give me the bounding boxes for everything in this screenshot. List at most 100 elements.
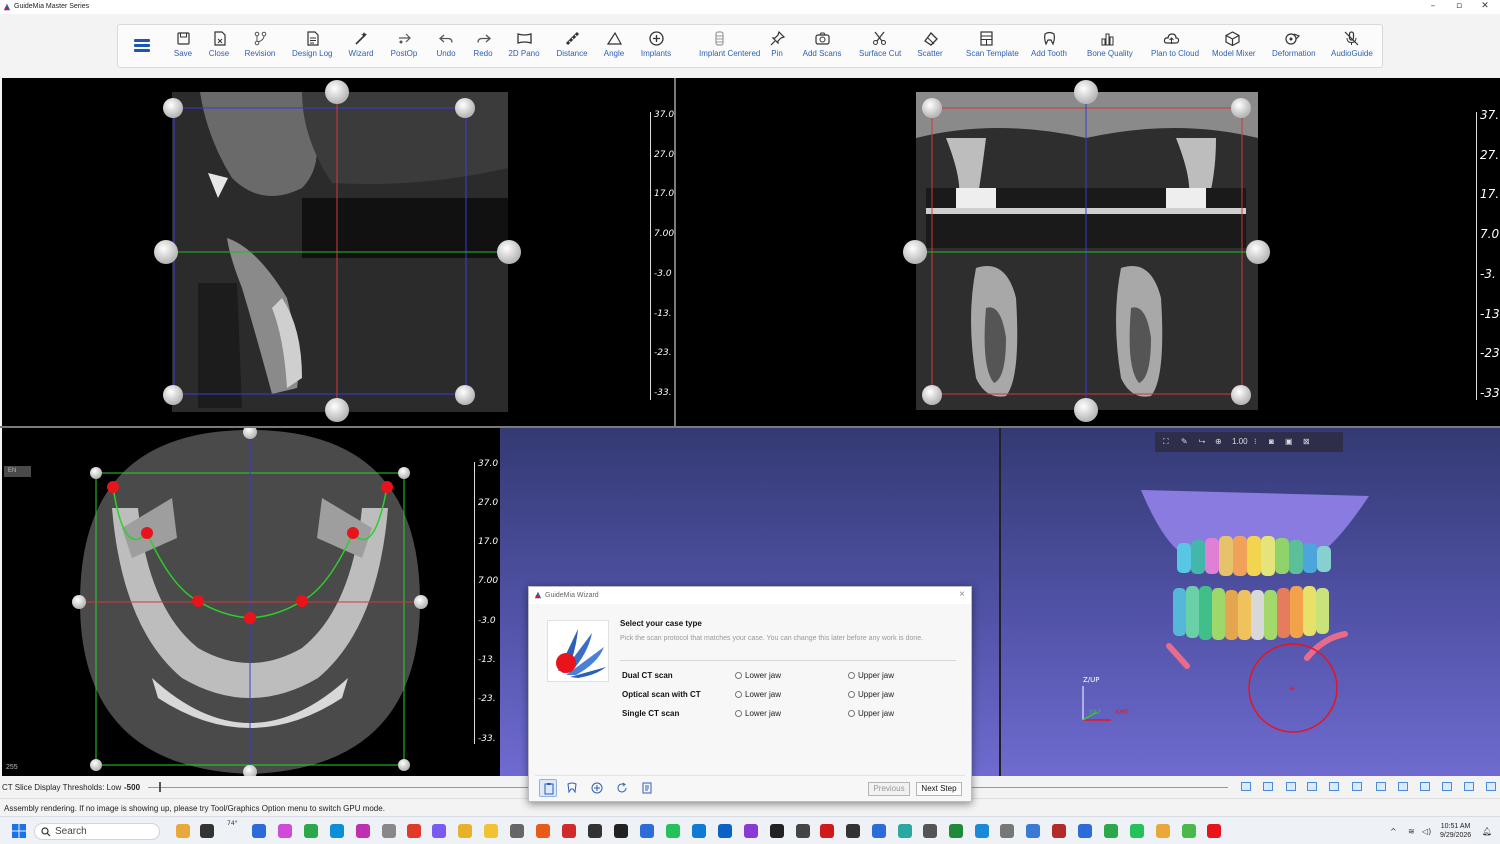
- file-explorer-dark-icon[interactable]: [200, 824, 214, 838]
- mail-icon[interactable]: [510, 824, 524, 838]
- model-3d-viewport[interactable]: + Z/UP X/RT Y/LF: [1001, 428, 1500, 776]
- app-icon[interactable]: [1052, 824, 1066, 838]
- outlook-icon[interactable]: [718, 824, 732, 838]
- toolbar-button-surface-cut[interactable]: Surface Cut: [859, 29, 901, 65]
- layout-toggle-icon[interactable]: [1286, 782, 1296, 791]
- app-icon[interactable]: [562, 824, 576, 838]
- layout-toggle-icon[interactable]: [1241, 782, 1251, 791]
- puzzle-icon[interactable]: [278, 824, 292, 838]
- app-icon[interactable]: [1130, 824, 1144, 838]
- app-icon[interactable]: [588, 824, 602, 838]
- system-clock[interactable]: 10:51 AM 9/29/2026: [1440, 822, 1471, 840]
- toolbar-button-postop[interactable]: PostOp: [384, 29, 424, 65]
- app-icon[interactable]: [1000, 824, 1014, 838]
- word-icon[interactable]: [872, 824, 886, 838]
- wizard-step-document-icon[interactable]: [638, 779, 656, 797]
- wizard-step-refresh-icon[interactable]: [613, 779, 631, 797]
- excel-icon[interactable]: [949, 824, 963, 838]
- layout-toggle-icon[interactable]: [1329, 782, 1339, 791]
- app-icon[interactable]: [1078, 824, 1092, 838]
- toolbar-button-design-log[interactable]: Design Log: [292, 29, 332, 65]
- app-icon[interactable]: [796, 824, 810, 838]
- coronal-viewport[interactable]: 37. 27. 17. 7.0 -3. -13 -23 -33: [676, 78, 1500, 426]
- sync-icon[interactable]: [304, 824, 318, 838]
- toolbar-button-add-scans[interactable]: Add Scans: [802, 29, 842, 65]
- office-icon[interactable]: [407, 824, 421, 838]
- toolbar-button-revision[interactable]: Revision: [240, 29, 280, 65]
- app-icon[interactable]: [356, 824, 370, 838]
- zoom-spinner-icon[interactable]: ⁝: [1254, 437, 1257, 446]
- axis-icon[interactable]: ⮡: [1199, 437, 1205, 447]
- chrome-icon[interactable]: [1182, 824, 1196, 838]
- layout-toggle-icon[interactable]: [1486, 782, 1496, 791]
- powershell-icon[interactable]: [640, 824, 654, 838]
- layout-toggle-icon[interactable]: [1464, 782, 1474, 791]
- app-icon[interactable]: [898, 824, 912, 838]
- teams-icon[interactable]: [432, 824, 446, 838]
- toolbar-button-scan-template[interactable]: Scan Template: [966, 29, 1019, 65]
- chrome-icon[interactable]: [1156, 824, 1170, 838]
- toolbar-button-close[interactable]: Close: [199, 29, 239, 65]
- store-icon[interactable]: [252, 824, 266, 838]
- toolbar-button-wizard[interactable]: Wizard: [341, 29, 381, 65]
- wizard-step-clipboard-icon[interactable]: [539, 779, 557, 797]
- terminal-icon[interactable]: [846, 824, 860, 838]
- wizard-step-add-icon[interactable]: [588, 779, 606, 797]
- notification-bell-icon[interactable]: 🔔︎: [1482, 827, 1492, 836]
- edge-icon[interactable]: [330, 824, 344, 838]
- toolbar-button-implant-centered[interactable]: Implant Centered: [699, 29, 760, 65]
- app-icon[interactable]: [536, 824, 550, 838]
- taskbar-search[interactable]: Search: [34, 823, 160, 840]
- whatsapp-icon[interactable]: [666, 824, 680, 838]
- layout-toggle-icon[interactable]: [1352, 782, 1362, 791]
- dialog-close-button[interactable]: ×: [959, 589, 965, 600]
- toolbar-button-distance[interactable]: Distance: [552, 29, 592, 65]
- notepad-icon[interactable]: [382, 824, 396, 838]
- minimize-button[interactable]: –: [1420, 0, 1446, 14]
- close-window-button[interactable]: ✕: [1472, 0, 1498, 14]
- toolbar-button-audioguide[interactable]: AudioGuide: [1331, 29, 1373, 65]
- maximize-button[interactable]: ▫: [1446, 0, 1472, 14]
- toolbar-button-bone-quality[interactable]: Bone Quality: [1087, 29, 1133, 65]
- volume-icon[interactable]: ◁): [1422, 827, 1431, 836]
- acrobat-icon[interactable]: [820, 824, 834, 838]
- toolbar-button-plan-to-cloud[interactable]: Plan to Cloud: [1151, 29, 1199, 65]
- toolbar-button-save[interactable]: Save: [163, 29, 203, 65]
- guidemia-taskbar-icon[interactable]: [1207, 824, 1221, 838]
- toolbar-button-model-mixer[interactable]: Model Mixer: [1212, 29, 1256, 65]
- edit-icon[interactable]: ✎: [1181, 437, 1188, 446]
- toolbar-button-scatter[interactable]: Scatter: [910, 29, 950, 65]
- layout-toggle-icon[interactable]: [1420, 782, 1430, 791]
- folder-icon[interactable]: [484, 824, 498, 838]
- previous-button[interactable]: Previous: [868, 782, 910, 796]
- app-icon[interactable]: [1026, 824, 1040, 838]
- layout-toggle-icon[interactable]: [1376, 782, 1386, 791]
- fit-view-icon[interactable]: ⛶: [1163, 437, 1169, 447]
- toolbar-button-implants[interactable]: Implants: [636, 29, 676, 65]
- app-icon[interactable]: [975, 824, 989, 838]
- layout-toggle-icon[interactable]: [1442, 782, 1452, 791]
- toolbar-button-redo[interactable]: Redo: [463, 29, 503, 65]
- toolbar-button-2d-pano[interactable]: 2D Pano: [504, 29, 544, 65]
- toolbar-button-pin[interactable]: Pin: [757, 29, 797, 65]
- camera-icon[interactable]: ◙: [1269, 437, 1274, 446]
- toolbar-button-deformation[interactable]: Deformation: [1272, 29, 1316, 65]
- windows-start-icon[interactable]: [12, 824, 26, 838]
- target-icon[interactable]: ⊕: [1215, 437, 1222, 446]
- chrome-icon[interactable]: [458, 824, 472, 838]
- wifi-icon[interactable]: ≋: [1408, 827, 1415, 836]
- app-icon[interactable]: [1104, 824, 1118, 838]
- tray-chevron-icon[interactable]: ^: [1390, 827, 1397, 836]
- toolbar-button-angle[interactable]: Angle: [594, 29, 634, 65]
- vscode-icon[interactable]: [692, 824, 706, 838]
- wizard-step-tooth-icon[interactable]: [563, 779, 581, 797]
- layout-toggle-icon[interactable]: [1307, 782, 1317, 791]
- visual-studio-icon[interactable]: [744, 824, 758, 838]
- sagittal-viewport[interactable]: 37.0 27.0 17.0 7.00 -3.0 -13. -23. -33.: [2, 78, 674, 426]
- menu-icon[interactable]: [134, 39, 150, 53]
- toolbar-button-add-tooth[interactable]: Add Tooth: [1029, 29, 1069, 65]
- threshold-slider-handle[interactable]: [159, 782, 161, 792]
- openai-icon[interactable]: [614, 824, 628, 838]
- screenshot-icon[interactable]: ⊠: [1303, 437, 1310, 446]
- axial-viewport[interactable]: EN 255 37.0 27.0 17.0 7.00 -3.0 -13. -23…: [2, 428, 500, 776]
